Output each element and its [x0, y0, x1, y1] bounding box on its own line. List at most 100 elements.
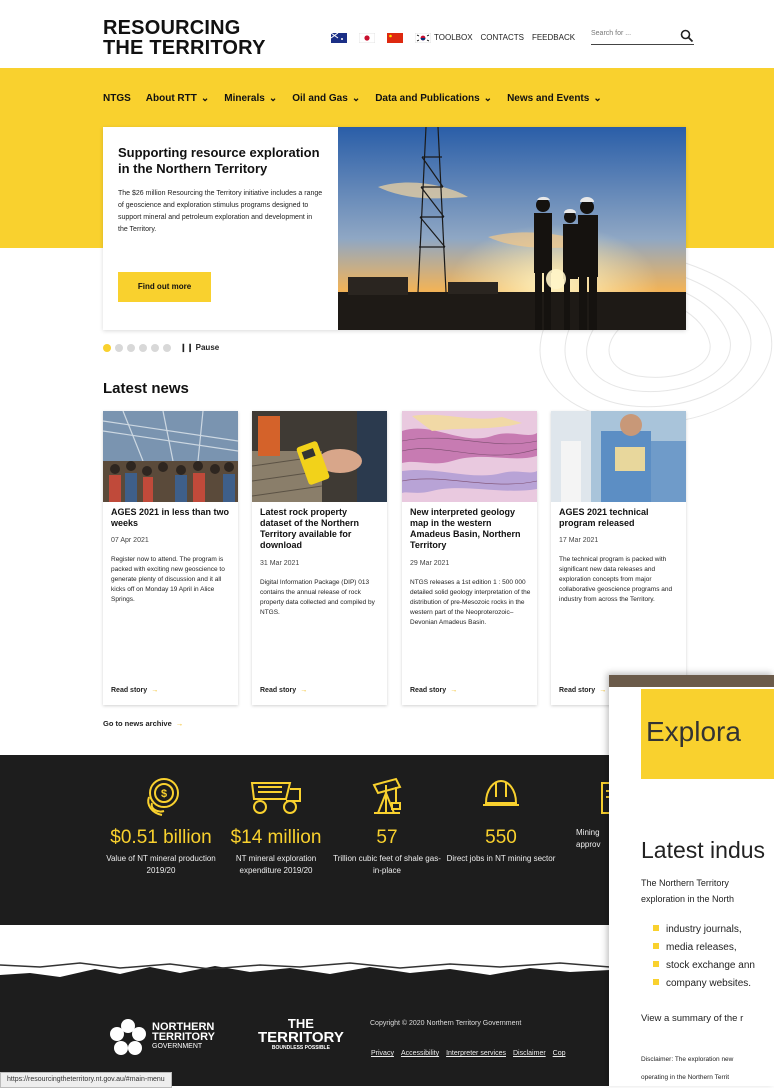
nav-item-oil-gas[interactable]: Oil and Gas ⌄ [292, 93, 360, 104]
copyright-text: Copyright © 2020 Northern Territory Gove… [370, 1020, 522, 1027]
stat-item: $ $0.51 billion Value of NT mineral prod… [106, 775, 216, 877]
contacts-link[interactable]: CONTACTS [481, 33, 524, 42]
overlay-intro-line2: exploration in the North [641, 894, 735, 904]
read-story-link[interactable]: Read story → [559, 687, 606, 694]
news-date: 29 Mar 2021 [410, 560, 450, 567]
read-story-link[interactable]: Read story → [111, 687, 158, 694]
arrow-right-icon: → [175, 719, 184, 728]
nav-item-about[interactable]: About RTT ⌄ [146, 93, 209, 104]
disclaimer-line1: Disclaimer: The exploration new [641, 1056, 734, 1063]
main-nav: NTGS About RTT ⌄ Minerals ⌄ Oil and Gas ⌄ D… [103, 93, 602, 104]
carousel-dot[interactable] [127, 343, 135, 352]
news-excerpt: NTGS releases a 1st edition 1 : 500 000 … [410, 579, 531, 626]
oil-rig-icon [372, 777, 402, 814]
carousel-dot[interactable] [139, 343, 147, 352]
nav-item-data-publications[interactable]: Data and Publications ⌄ [375, 93, 492, 104]
pause-button[interactable]: ❙❙ Pause [180, 343, 219, 352]
news-card[interactable]: AGES 2021 in less than two weeks 07 Apr … [103, 411, 238, 705]
read-story-label: Read story [410, 687, 447, 694]
news-card[interactable]: AGES 2021 technical program released 17 … [551, 411, 686, 705]
overlay-intro: The Northern Territory exploration in th… [641, 875, 734, 907]
list-item: stock exchange ann [653, 957, 755, 975]
nt-gov-line3: GOVERNMENT [152, 1043, 203, 1050]
footer-links: Privacy Accessibility Interpreter servic… [371, 1050, 566, 1057]
copyright-link[interactable]: Cop [553, 1050, 566, 1057]
carousel-dot[interactable] [115, 343, 123, 352]
carousel-dots: ❙❙ Pause [103, 343, 219, 352]
overlay-disclaimer: Disclaimer: The exploration new operatin… [641, 1051, 733, 1086]
china-flag-icon[interactable] [387, 33, 403, 43]
interpreter-services-link[interactable]: Interpreter services [446, 1050, 506, 1057]
carousel-dot[interactable] [151, 343, 159, 352]
overlay-banner-title: Explora [646, 716, 741, 747]
chevron-down-icon: ⌄ [351, 93, 361, 104]
news-thumbnail [551, 411, 686, 502]
overlay-view-summary-link[interactable]: View a summary of the r [641, 1013, 743, 1024]
read-story-link[interactable]: Read story → [410, 687, 457, 694]
news-card[interactable]: New interpreted geology map in the weste… [402, 411, 537, 705]
news-title[interactable]: Latest rock property dataset of the Nort… [260, 507, 380, 551]
news-excerpt: The technical program is packed with sig… [559, 556, 673, 603]
list-item: media releases, [653, 939, 755, 957]
haul-truck-icon [250, 782, 301, 814]
stat-value: 57 [376, 827, 398, 848]
chevron-down-icon: ⌄ [483, 93, 493, 104]
nav-item-news-events[interactable]: News and Events ⌄ [507, 93, 602, 104]
read-story-label: Read story [111, 687, 148, 694]
nav-item-ntgs[interactable]: NTGS [103, 93, 131, 104]
stat-label: NT mineral exploration expenditure 2019/… [235, 854, 317, 875]
news-archive-link[interactable]: Go to news archive → [103, 719, 183, 728]
utility-links: TOOLBOX CONTACTS FEEDBACK [434, 33, 575, 42]
search-icon[interactable] [680, 29, 694, 43]
arrow-right-icon: → [151, 687, 159, 694]
search-input[interactable]: Search for ... [591, 30, 694, 45]
news-title[interactable]: AGES 2021 in less than two weeks [111, 507, 231, 529]
pause-icon: ❙❙ [180, 343, 196, 352]
stat-label: Direct jobs in NT mining sector [446, 854, 556, 863]
chevron-down-icon: ⌄ [200, 93, 210, 104]
read-story-label: Read story [260, 687, 297, 694]
stat-item: $14 million NT mineral exploration expen… [221, 775, 331, 877]
coins-icon: $ [147, 778, 179, 816]
hard-hat-icon [483, 779, 519, 806]
stat-item: 57 Trillion cubic feet of shale gas-in-p… [332, 775, 442, 877]
pause-label: Pause [195, 343, 220, 352]
feedback-link[interactable]: FEEDBACK [532, 33, 575, 42]
chevron-down-icon: ⌄ [268, 93, 278, 104]
arrow-right-icon: → [450, 687, 458, 694]
overlay-heading: Latest indus [641, 837, 766, 863]
news-title[interactable]: New interpreted geology map in the weste… [410, 507, 530, 551]
nav-label: News and Events [507, 93, 590, 104]
list-item: company websites. [653, 975, 755, 993]
australia-flag-icon[interactable] [331, 33, 347, 43]
chevron-down-icon: ⌄ [593, 93, 602, 104]
disclaimer-link[interactable]: Disclaimer [513, 1050, 546, 1057]
accessibility-link[interactable]: Accessibility [401, 1050, 439, 1057]
japan-flag-icon[interactable] [359, 33, 375, 43]
news-card[interactable]: Latest rock property dataset of the Nort… [252, 411, 387, 705]
toolbox-link[interactable]: TOOLBOX [434, 33, 473, 42]
carousel-dot[interactable] [163, 343, 171, 352]
news-date: 07 Apr 2021 [111, 537, 149, 544]
nav-item-minerals[interactable]: Minerals ⌄ [224, 93, 277, 104]
overlay-source-list: industry journals, media releases, stock… [653, 921, 755, 993]
logo-line1: RESOURCING [103, 17, 241, 39]
find-out-more-button[interactable]: Find out more [118, 272, 211, 302]
stat-label: Trillion cubic feet of shale gas-in-plac… [333, 854, 441, 875]
nav-label: About RTT [145, 93, 197, 104]
hero-title: Supporting resource exploration in the N… [118, 145, 320, 176]
read-story-link[interactable]: Read story → [260, 687, 307, 694]
korea-flag-icon[interactable] [415, 33, 431, 43]
news-title[interactable]: AGES 2021 technical program released [559, 507, 679, 529]
arrow-right-icon: → [599, 687, 607, 694]
privacy-link[interactable]: Privacy [371, 1050, 394, 1057]
nav-label: NTGS [103, 93, 131, 104]
news-excerpt: Digital Information Package (DIP) 013 co… [260, 579, 375, 616]
stat-item: 550 Direct jobs in NT mining sector [446, 775, 556, 865]
read-story-label: Read story [559, 687, 596, 694]
archive-label: Go to news archive [103, 719, 172, 728]
site-logo[interactable]: RESOURCING THE TERRITORY [103, 18, 266, 58]
news-date: 17 Mar 2021 [559, 537, 599, 544]
carousel-dot[interactable] [103, 343, 111, 352]
the-territory-logo[interactable]: THE TERRITORY BOUNDLESS POSSIBLE [258, 1017, 344, 1051]
